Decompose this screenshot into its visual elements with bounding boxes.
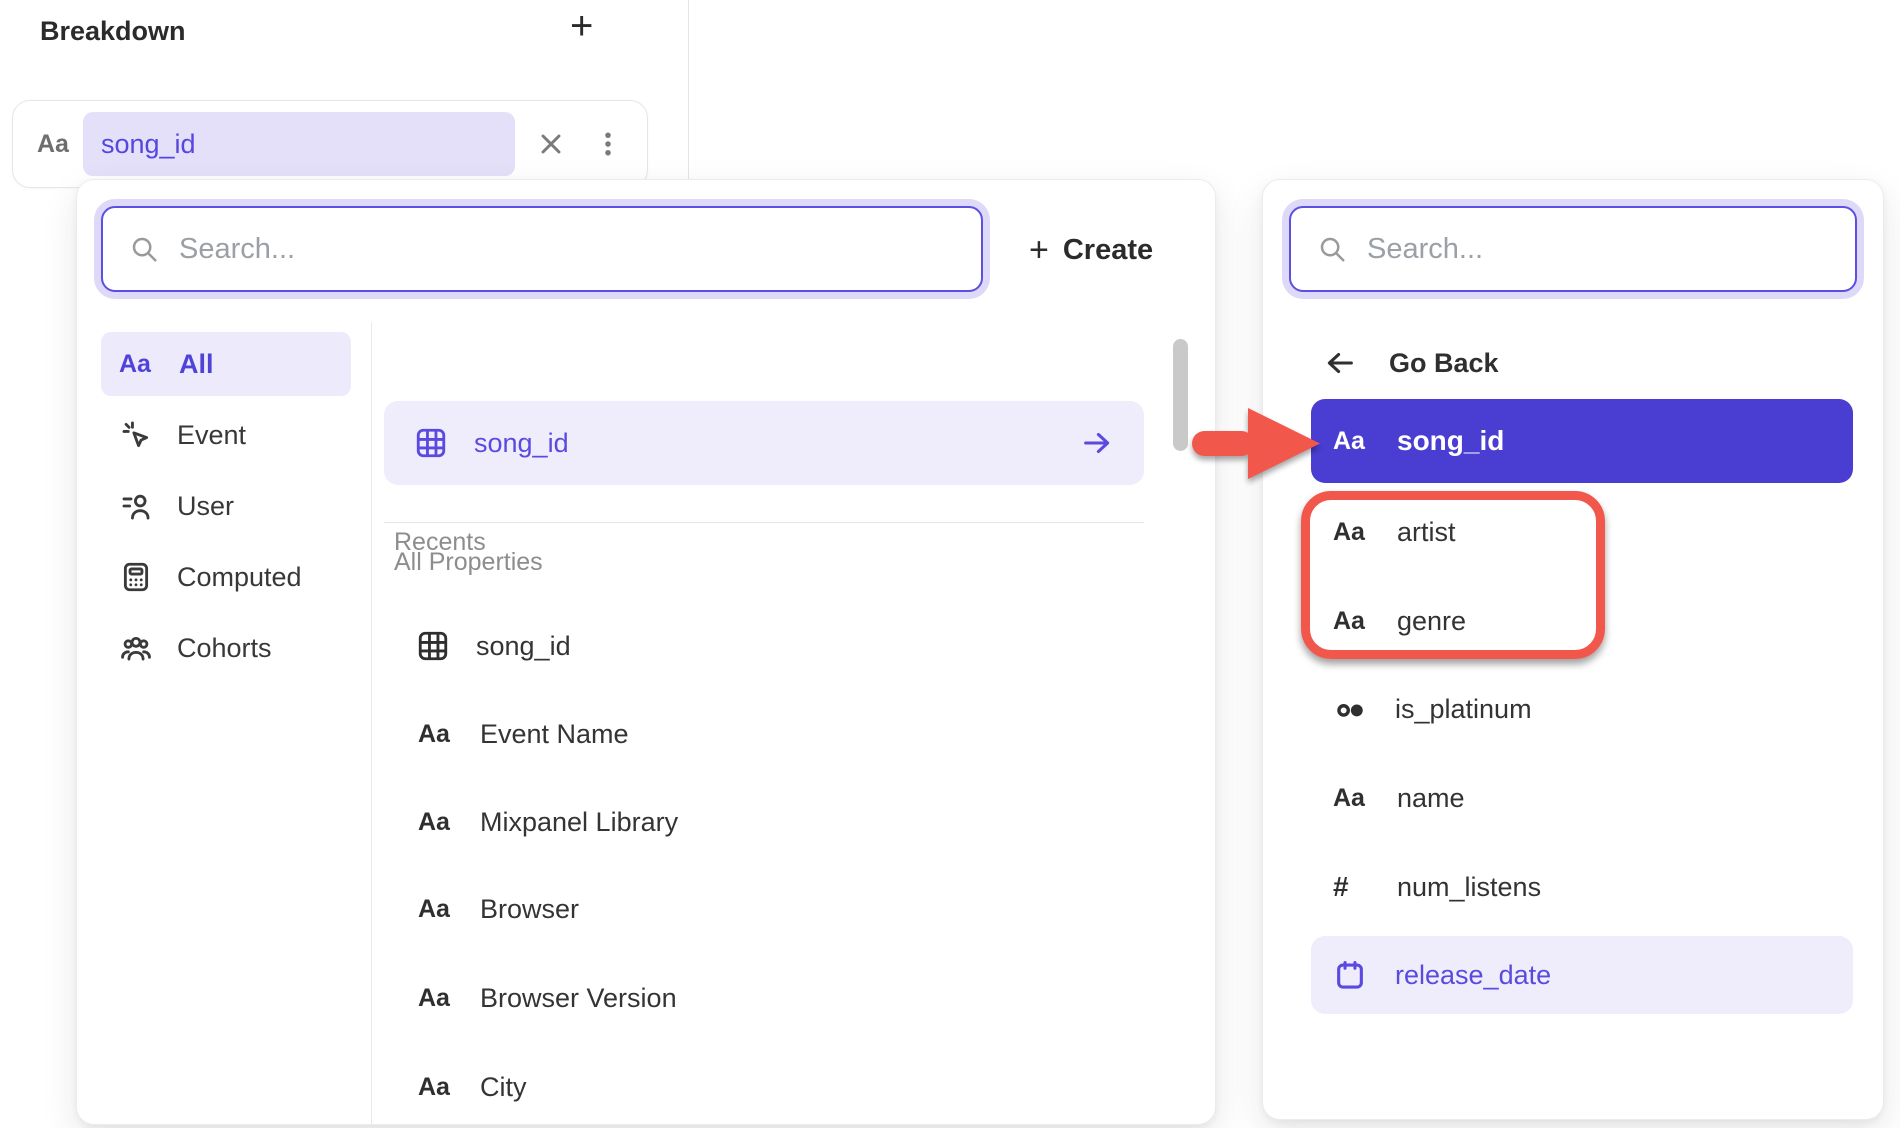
all-properties-heading: All Properties <box>394 548 543 577</box>
create-property-button[interactable]: + Create <box>1029 212 1153 288</box>
property-label: Browser <box>480 894 579 925</box>
detail-item-release-date[interactable]: release_date <box>1311 936 1853 1014</box>
property-picker-panel: + Create Aa All Event User <box>76 179 1216 1125</box>
search-icon <box>1317 234 1347 264</box>
detail-item-name[interactable]: Aa name <box>1311 766 1853 830</box>
property-label: City <box>480 1072 527 1103</box>
property-label: song_id <box>476 631 571 662</box>
category-list: Aa All Event User Computed <box>101 332 351 687</box>
text-type-icon: Aa <box>418 720 454 749</box>
table-grid-icon <box>416 629 450 663</box>
text-type-icon: Aa <box>37 130 69 159</box>
add-breakdown-button[interactable]: + <box>570 6 593 46</box>
scrollbar-thumb[interactable] <box>1173 339 1188 451</box>
column-divider <box>371 322 372 1126</box>
category-user[interactable]: User <box>101 474 351 538</box>
search-input[interactable] <box>177 232 955 267</box>
category-computed[interactable]: Computed <box>101 545 351 609</box>
search-icon <box>129 234 159 264</box>
text-type-icon: Aa <box>1333 427 1369 456</box>
screen: Breakdown + Aa song_id + Create Aa All <box>0 0 1900 1128</box>
plus-icon: + <box>1029 233 1049 267</box>
text-type-icon: Aa <box>119 350 155 379</box>
category-label: Event <box>177 420 246 451</box>
property-item-song-id[interactable]: song_id <box>384 614 1144 678</box>
go-back-label: Go Back <box>1389 348 1499 379</box>
category-all[interactable]: Aa All <box>101 332 351 396</box>
detail-item-label: release_date <box>1395 960 1551 991</box>
event-icon <box>119 418 153 452</box>
category-cohorts[interactable]: Cohorts <box>101 616 351 680</box>
arrow-right-icon[interactable] <box>1080 426 1114 460</box>
detail-item-num-listens[interactable]: # num_listens <box>1311 855 1853 919</box>
remove-breakdown-icon[interactable] <box>535 128 567 160</box>
property-label: Browser Version <box>480 983 677 1014</box>
detail-item-label: name <box>1397 783 1465 814</box>
text-type-icon: Aa <box>418 1073 454 1102</box>
detail-item-artist[interactable]: Aa artist <box>1311 500 1853 564</box>
detail-item-is-platinum[interactable]: is_platinum <box>1311 677 1853 741</box>
search-input[interactable] <box>1365 232 1829 267</box>
recent-item-song-id[interactable]: song_id <box>384 401 1144 485</box>
text-type-icon: Aa <box>418 895 454 924</box>
detail-item-song-id[interactable]: Aa song_id <box>1311 399 1853 483</box>
text-type-icon: Aa <box>1333 784 1369 813</box>
number-icon: # <box>1333 871 1369 903</box>
detail-item-label: num_listens <box>1397 872 1541 903</box>
property-label: Event Name <box>480 719 629 750</box>
cohorts-icon <box>119 631 153 665</box>
property-item-event-name[interactable]: Aa Event Name <box>384 702 1144 766</box>
property-item-mixpanel-library[interactable]: Aa Mixpanel Library <box>384 790 1144 854</box>
recent-item-label: song_id <box>474 428 569 459</box>
property-item-browser-version[interactable]: Aa Browser Version <box>384 966 1144 1030</box>
text-type-icon: Aa <box>1333 518 1369 547</box>
category-label: All <box>179 349 214 380</box>
section-divider <box>688 0 689 181</box>
category-label: User <box>177 491 234 522</box>
go-back-button[interactable]: Go Back <box>1323 335 1499 391</box>
computed-icon <box>119 560 153 594</box>
property-label: Mixpanel Library <box>480 807 678 838</box>
chip-label: song_id <box>101 129 196 160</box>
property-item-city[interactable]: Aa City <box>384 1055 1144 1119</box>
text-type-icon: Aa <box>418 984 454 1013</box>
detail-item-label: is_platinum <box>1395 694 1532 725</box>
category-event[interactable]: Event <box>101 403 351 467</box>
category-label: Cohorts <box>177 633 272 664</box>
breakdown-title: Breakdown <box>40 16 186 47</box>
property-item-browser[interactable]: Aa Browser <box>384 877 1144 941</box>
category-label: Computed <box>177 562 302 593</box>
detail-item-label: artist <box>1397 517 1456 548</box>
text-type-icon: Aa <box>418 808 454 837</box>
calendar-icon <box>1333 958 1367 992</box>
text-type-icon: Aa <box>1333 607 1369 636</box>
detail-item-genre[interactable]: Aa genre <box>1311 589 1853 653</box>
boolean-icon <box>1333 692 1367 726</box>
right-search-box <box>1289 206 1857 292</box>
detail-item-label: genre <box>1397 606 1466 637</box>
detail-item-label: song_id <box>1397 425 1504 457</box>
breakdown-chip-value[interactable]: song_id <box>83 112 515 176</box>
chip-menu-icon[interactable] <box>593 127 623 161</box>
user-icon <box>119 489 153 523</box>
list-divider <box>384 522 1144 523</box>
property-detail-panel: Go Back Aa song_id Aa artist Aa genre is… <box>1262 179 1884 1120</box>
left-search-box <box>101 206 983 292</box>
arrow-left-icon <box>1323 346 1357 380</box>
table-grid-icon <box>414 426 448 460</box>
breakdown-chip: Aa song_id <box>12 100 648 188</box>
create-label: Create <box>1063 234 1153 267</box>
